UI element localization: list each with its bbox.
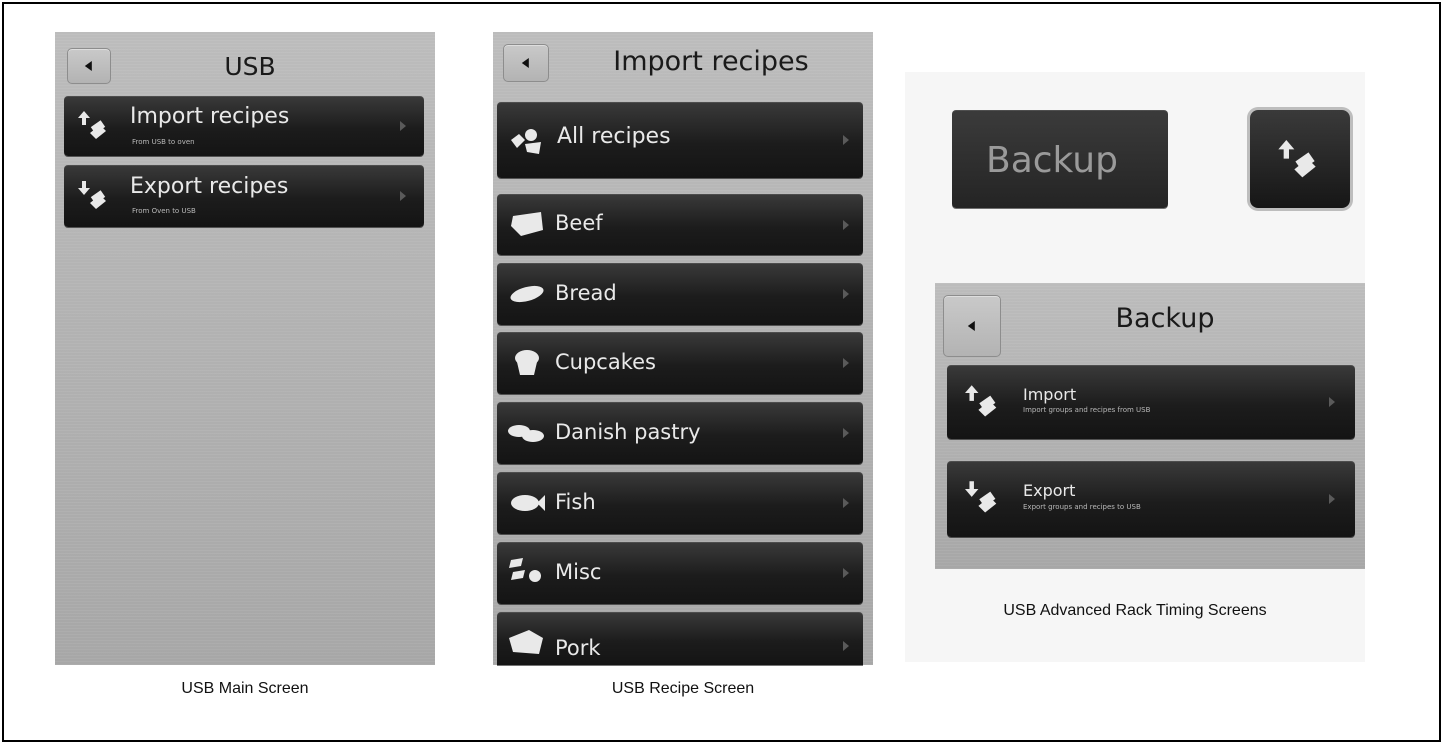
export-recipes-label: Export recipes [130,174,289,199]
recipe-item-cupcakes[interactable]: Cupcakes [497,332,863,394]
import-subtitle: Import groups and recipes from USB [1023,406,1151,414]
recipe-item-label: Bread [555,281,617,305]
back-button[interactable] [67,48,111,84]
recipe-item-fish[interactable]: Fish [497,472,863,534]
chevron-right-icon [843,358,849,368]
chevron-right-icon [843,135,849,145]
export-label: Export [1023,481,1076,500]
backup-button-label: Backup [986,140,1118,181]
chevron-right-icon [843,640,849,651]
import-recipes-subtitle: From USB to oven [132,138,195,146]
all-recipes-button[interactable]: All recipes [497,102,863,178]
page-title: USB [224,52,276,81]
usb-upload-icon [965,385,997,417]
chevron-right-icon [400,191,406,201]
import-recipes-button[interactable]: Import recipes From USB to oven [64,96,424,156]
recipe-item-label: Beef [555,211,603,235]
cupcake-icon [515,350,539,375]
backup-button[interactable]: Backup [952,110,1168,208]
back-button[interactable] [503,44,549,82]
usb-download-icon [965,481,997,513]
chevron-right-icon [1329,494,1335,504]
backup-screen: Backup Import Import groups and recipes … [935,283,1365,569]
recipe-item-bread[interactable]: Bread [497,263,863,325]
all-recipes-label: All recipes [557,124,671,149]
recipe-item-label: Misc [555,560,602,584]
usb-upload-button[interactable] [1250,110,1350,208]
usb-main-caption: USB Main Screen [181,680,309,697]
bread-icon [510,285,544,303]
import-label: Import [1023,385,1077,404]
usb-upload-icon [78,111,106,139]
recipe-item-misc[interactable]: Misc [497,542,863,604]
advanced-caption: USB Advanced Rack Timing Screens [1003,602,1267,619]
chevron-right-icon [400,121,406,131]
usb-download-icon [78,181,106,209]
beef-icon [511,212,543,236]
back-arrow-icon [967,321,975,331]
chevron-right-icon [1329,397,1335,407]
page-title: Backup [1115,303,1215,334]
export-recipes-button[interactable]: Export recipes From Oven to USB [64,165,424,227]
backup-import-button[interactable]: Import Import groups and recipes from US… [947,365,1355,439]
usb-main-screen: USB Import recipes From USB to oven Expo… [55,32,435,665]
usb-recipe-screen: Import recipes All recipes Beef Bread Cu… [493,32,873,665]
recipe-item-label: Pork [555,636,601,660]
recipe-item-danish-pastry[interactable]: Danish pastry [497,402,863,464]
fish-icon [511,495,545,511]
recipe-item-pork[interactable]: Pork [497,612,863,665]
chevron-right-icon [843,498,849,508]
recipe-item-label: Danish pastry [555,420,701,444]
export-recipes-subtitle: From Oven to USB [132,207,196,215]
import-recipes-label: Import recipes [130,104,290,129]
chevron-right-icon [843,428,849,438]
recipe-item-label: Fish [555,490,596,514]
back-arrow-icon [521,58,529,68]
back-arrow-icon [84,61,92,71]
pork-icon [509,630,543,654]
recipe-item-beef[interactable]: Beef [497,194,863,255]
back-button[interactable] [943,295,1001,357]
usb-recipe-caption: USB Recipe Screen [611,680,755,697]
all-recipes-icon [511,129,541,154]
chevron-right-icon [843,289,849,299]
usb-upload-icon [1278,140,1316,178]
chevron-right-icon [843,568,849,578]
danish-pastry-icon [508,425,544,442]
page-title: Import recipes [613,46,809,77]
export-subtitle: Export groups and recipes to USB [1023,503,1141,511]
backup-export-button[interactable]: Export Export groups and recipes to USB [947,461,1355,537]
recipe-item-label: Cupcakes [555,350,656,374]
chevron-right-icon [843,219,849,230]
misc-icon [509,558,541,582]
